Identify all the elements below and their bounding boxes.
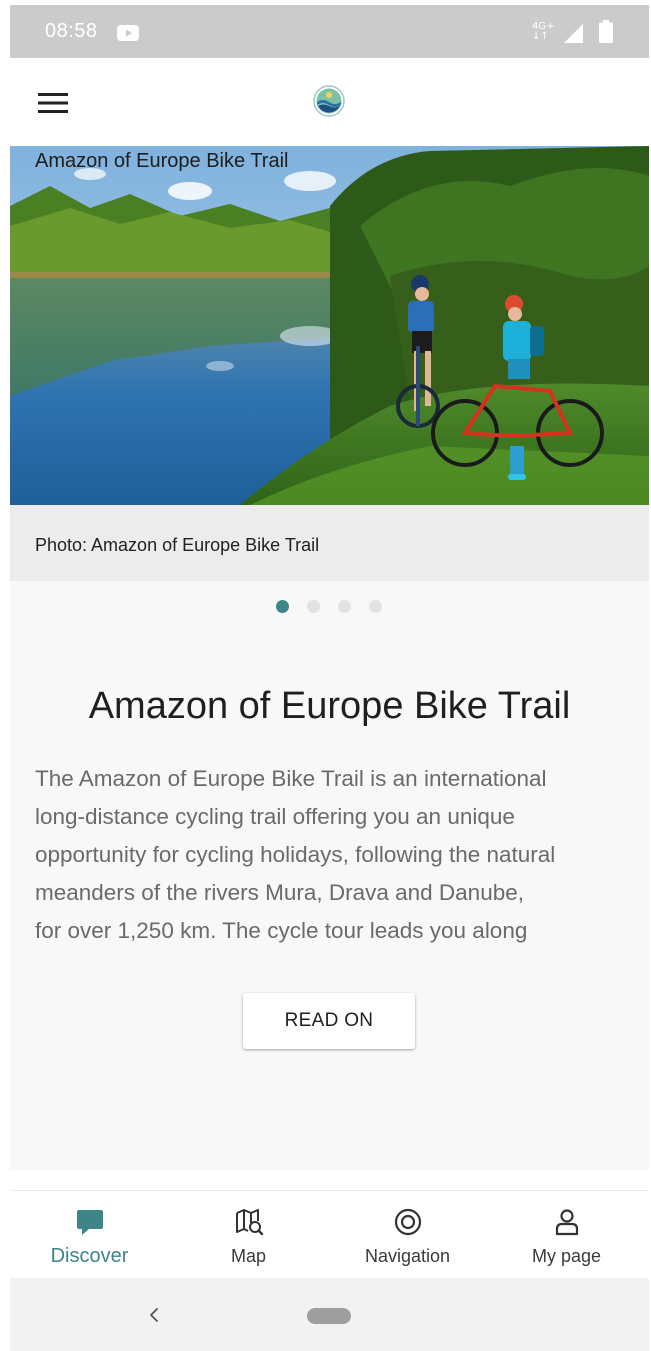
- map-search-icon: [235, 1209, 263, 1236]
- menu-icon[interactable]: [38, 93, 68, 113]
- nav-label-map: Map: [230, 1246, 266, 1266]
- nav-label-navigation: Navigation: [364, 1246, 451, 1266]
- hero-photo: [10, 146, 649, 505]
- carousel-pager: [276, 600, 382, 614]
- article-body-line: for over 1,250 km. The cycle tour leads …: [35, 918, 528, 943]
- home-pill-icon[interactable]: [307, 1308, 351, 1324]
- back-icon[interactable]: [143, 1304, 165, 1326]
- article-body: The Amazon of Europe Bike Trail is an in…: [35, 760, 635, 950]
- youtube-icon: [117, 25, 139, 41]
- data-arrows-icon: ↓↑: [532, 31, 549, 42]
- chat-bubble-icon: [76, 1210, 103, 1235]
- app-bar: [10, 58, 649, 146]
- target-icon: [394, 1208, 421, 1236]
- photo-caption: Photo: Amazon of Europe Bike Trail: [35, 535, 320, 555]
- article-body-line: long-distance cycling trail offering you…: [35, 804, 515, 829]
- app-screen: 08:58 4G+ ↓↑ Amazon of Europe Bike Trail…: [10, 5, 649, 1351]
- nav-item-map[interactable]: Map: [169, 1191, 328, 1279]
- photo-caption-bar: Photo: Amazon of Europe Bike Trail: [10, 505, 649, 581]
- nav-label-discover: Discover: [50, 1245, 129, 1267]
- nav-label-my-page: My page: [531, 1246, 602, 1266]
- status-time: 08:58: [45, 20, 98, 42]
- user-icon: [555, 1209, 578, 1236]
- pager-dot-2[interactable]: [307, 600, 320, 613]
- article-body-line: opportunity for cycling holidays, follow…: [35, 842, 556, 867]
- network-4g-icon: 4G+ ↓↑: [532, 22, 555, 42]
- article-body-line: The Amazon of Europe Bike Trail is an in…: [35, 766, 547, 791]
- pager-dot-1[interactable]: [276, 600, 289, 613]
- nav-item-navigation[interactable]: Navigation: [328, 1191, 487, 1279]
- read-on-button[interactable]: READ ON: [243, 993, 415, 1049]
- article-body-line: meanders of the rivers Mura, Drava and D…: [35, 880, 524, 905]
- signal-icon: [564, 24, 583, 43]
- article-title: Amazon of Europe Bike Trail: [88, 685, 571, 727]
- nav-item-discover[interactable]: Discover: [10, 1191, 169, 1279]
- status-bar: 08:58 4G+ ↓↑: [10, 5, 649, 58]
- content-divider: [10, 1170, 649, 1190]
- nav-item-my-page[interactable]: My page: [487, 1191, 646, 1279]
- battery-icon: [599, 20, 613, 43]
- hero-carousel[interactable]: Amazon of Europe Bike Trail: [10, 146, 649, 505]
- system-navigation-bar: [10, 1278, 649, 1351]
- pager-dot-4[interactable]: [369, 600, 382, 613]
- app-logo-icon[interactable]: [313, 85, 345, 117]
- pager-dot-3[interactable]: [338, 600, 351, 613]
- bottom-navigation: Discover Map Navigation My page: [10, 1190, 649, 1279]
- hero-title: Amazon of Europe Bike Trail: [35, 150, 289, 172]
